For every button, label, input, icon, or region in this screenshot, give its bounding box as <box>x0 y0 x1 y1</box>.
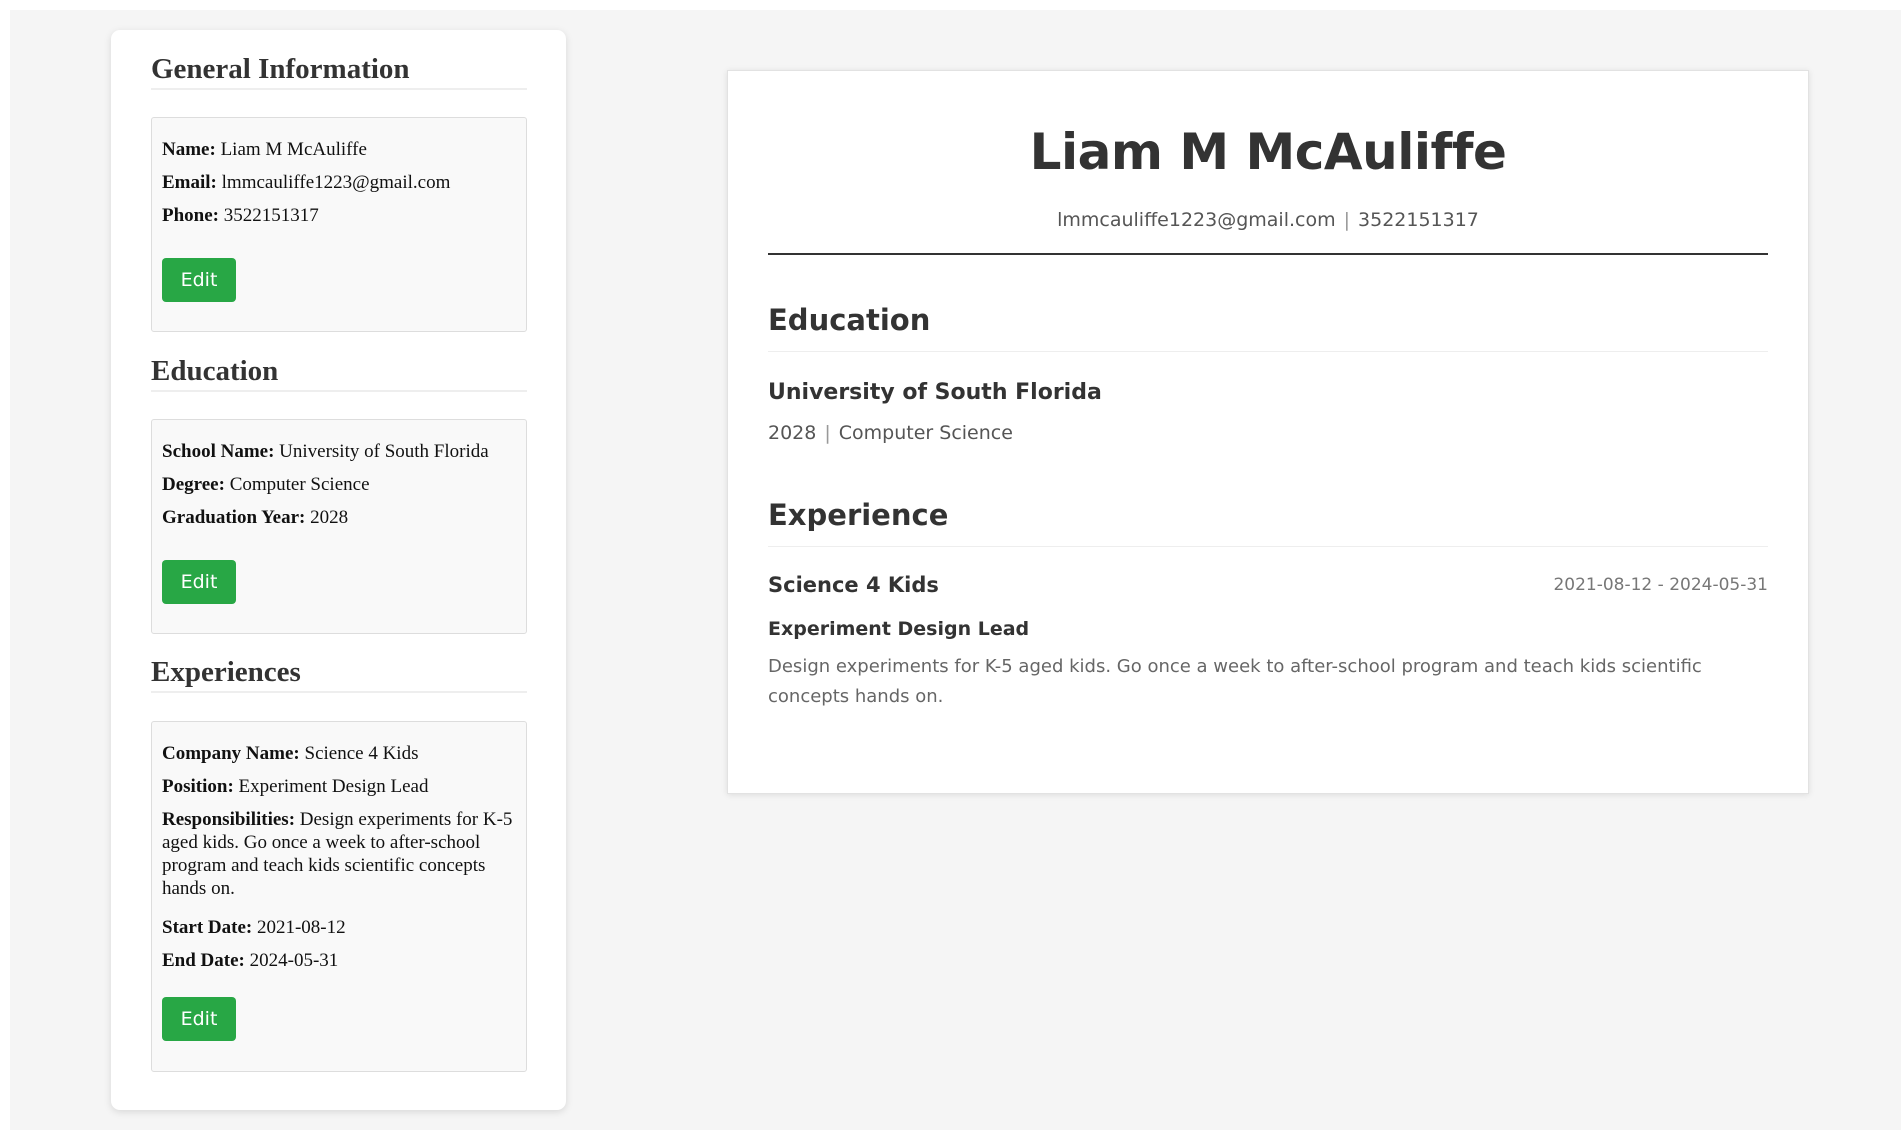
responsibilities-label: Responsibilities: <box>162 809 296 830</box>
email-field: Email: lmmcauliffe1223@gmail.com <box>162 171 516 194</box>
general-info-card: Name: Liam M McAuliffe Email: lmmcauliff… <box>151 117 527 332</box>
resume-responsibilities: Design experiments for K-5 aged kids. Go… <box>768 656 1702 707</box>
phone-label: Phone: <box>162 205 219 226</box>
responsibilities-field: Responsibilities: Design experiments for… <box>162 808 516 900</box>
app-canvas: General Information Name: Liam M McAulif… <box>10 10 1901 1130</box>
email-label: Email: <box>162 172 217 193</box>
email-value: lmmcauliffe1223@gmail.com <box>221 172 451 193</box>
education-card: School Name: University of South Florida… <box>151 419 527 634</box>
company-label: Company Name: <box>162 743 300 764</box>
edit-general-button[interactable]: Edit <box>162 258 236 302</box>
resume-degree: Computer Science <box>838 422 1013 444</box>
experience-card: Company Name: Science 4 Kids Position: E… <box>151 721 527 1072</box>
start-date-label: Start Date: <box>162 917 253 938</box>
start-date-field: Start Date: 2021-08-12 <box>162 916 516 939</box>
resume-preview: Liam M McAuliffe lmmcauliffe1223@gmail.c… <box>727 70 1809 794</box>
end-date-label: End Date: <box>162 950 245 971</box>
resume-school: University of South Florida <box>768 380 1102 405</box>
company-field: Company Name: Science 4 Kids <box>162 742 516 765</box>
position-value: Experiment Design Lead <box>238 776 429 797</box>
name-label: Name: <box>162 139 216 160</box>
editor-panel: General Information Name: Liam M McAulif… <box>111 30 566 1110</box>
degree-value: Computer Science <box>229 474 370 495</box>
graduation-year-label: Graduation Year: <box>162 507 306 528</box>
resume-phone: 3522151317 <box>1358 209 1479 231</box>
degree-field: Degree: Computer Science <box>162 473 516 496</box>
resume-name: Liam M McAuliffe <box>1029 123 1507 181</box>
header-divider <box>768 253 1768 255</box>
name-field: Name: Liam M McAuliffe <box>162 138 516 161</box>
graduation-year-field: Graduation Year: 2028 <box>162 506 516 529</box>
end-date-value: 2024-05-31 <box>249 950 339 971</box>
edit-education-button[interactable]: Edit <box>162 560 236 604</box>
end-date-field: End Date: 2024-05-31 <box>162 949 516 972</box>
position-label: Position: <box>162 776 234 797</box>
school-label: School Name: <box>162 441 275 462</box>
school-value: University of South Florida <box>279 441 489 462</box>
resume-email: lmmcauliffe1223@gmail.com <box>1057 209 1336 231</box>
education-title: Education <box>151 352 527 392</box>
general-info-title: General Information <box>151 50 527 90</box>
name-value: Liam M McAuliffe <box>220 139 367 160</box>
start-date-value: 2021-08-12 <box>256 917 346 938</box>
resume-experience-title: Experience <box>768 496 1768 547</box>
phone-field: Phone: 3522151317 <box>162 204 516 227</box>
resume-experience-dates: 2021-08-12 - 2024-05-31 <box>1553 575 1768 595</box>
position-field: Position: Experiment Design Lead <box>162 775 516 798</box>
experiences-title: Experiences <box>151 653 527 693</box>
resume-company: Science 4 Kids <box>768 573 939 597</box>
contact-separator: | <box>1343 209 1351 231</box>
phone-value: 3522151317 <box>223 205 319 226</box>
education-separator: | <box>824 422 831 444</box>
degree-label: Degree: <box>162 474 225 495</box>
resume-grad-year: 2028 <box>768 422 817 444</box>
resume-contact-line: lmmcauliffe1223@gmail.com | 3522151317 <box>728 207 1808 233</box>
graduation-year-value: 2028 <box>310 507 349 528</box>
school-field: School Name: University of South Florida <box>162 440 516 463</box>
resume-education-meta: 2028 | Computer Science <box>768 420 1013 446</box>
resume-education-title: Education <box>768 301 1768 352</box>
resume-position: Experiment Design Lead <box>768 618 1030 640</box>
edit-experience-button[interactable]: Edit <box>162 997 236 1041</box>
company-value: Science 4 Kids <box>304 743 419 764</box>
